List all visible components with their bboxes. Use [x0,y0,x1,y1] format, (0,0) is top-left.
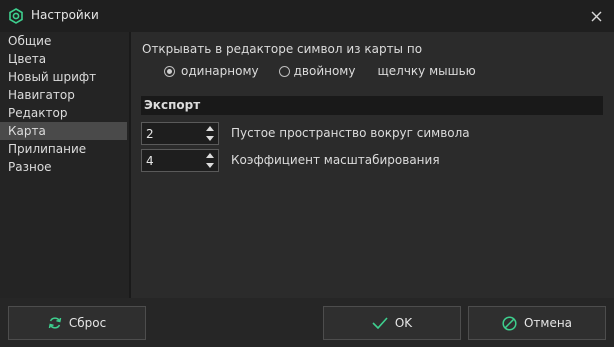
ok-label: OK [394,316,413,330]
padding-label: Пустое пространство вокруг символа [231,126,470,140]
open-in-editor-label: Открывать в редакторе символ из карты по [142,42,423,56]
cancel-button[interactable]: Отмена [468,306,606,340]
scale-value[interactable]: 4 [146,154,154,168]
export-section-header: Экспорт [141,96,603,115]
ok-button[interactable]: OK [323,306,461,340]
sidebar-item-colors[interactable]: Цвета [0,50,127,68]
checkmark-icon [372,317,388,329]
padding-value[interactable]: 2 [146,127,154,141]
sidebar-item-editor[interactable]: Редактор [0,104,127,122]
spin-down-icon[interactable] [206,163,214,169]
spin-up-icon[interactable] [206,152,214,158]
sidebar-item-map[interactable]: Карта [0,122,127,140]
padding-spinbox[interactable]: 2 [141,122,219,145]
cancel-circle-icon [502,315,517,331]
close-button[interactable] [578,0,614,32]
radio-single-label[interactable]: одинарному [181,64,259,78]
spin-down-icon[interactable] [206,136,214,142]
title-bar: Настройки [0,0,614,32]
sidebar-item-general[interactable]: Общие [0,32,127,50]
spin-up-icon[interactable] [206,125,214,131]
radio-double-label[interactable]: двойному [294,64,356,78]
sidebar-item-navigator[interactable]: Навигатор [0,86,127,104]
settings-category-list: Общие Цвета Новый шрифт Навигатор Редакт… [0,32,129,298]
cancel-label: Отмена [523,316,573,330]
reset-label: Сброс [68,316,107,330]
click-suffix-label: щелчку мышью [377,64,476,78]
dialog-footer: Сброс OK Отмена [0,298,614,347]
radio-double-click[interactable] [278,65,290,77]
sidebar-item-new-font[interactable]: Новый шрифт [0,68,127,86]
close-icon [591,11,601,21]
refresh-icon [48,317,62,329]
reset-button[interactable]: Сброс [8,306,146,340]
scale-spinbox[interactable]: 4 [141,149,219,172]
click-type-group: одинарному двойному щелчку мышью [164,64,476,78]
scale-label: Коэффициент масштабирования [231,153,440,167]
radio-single-click[interactable] [164,65,175,77]
app-logo-icon [9,8,23,24]
settings-panel: Открывать в редакторе символ из карты по… [131,32,614,298]
sidebar-item-misc[interactable]: Разное [0,158,127,176]
window-title: Настройки [31,8,99,22]
sidebar-item-snapping[interactable]: Прилипание [0,140,127,158]
